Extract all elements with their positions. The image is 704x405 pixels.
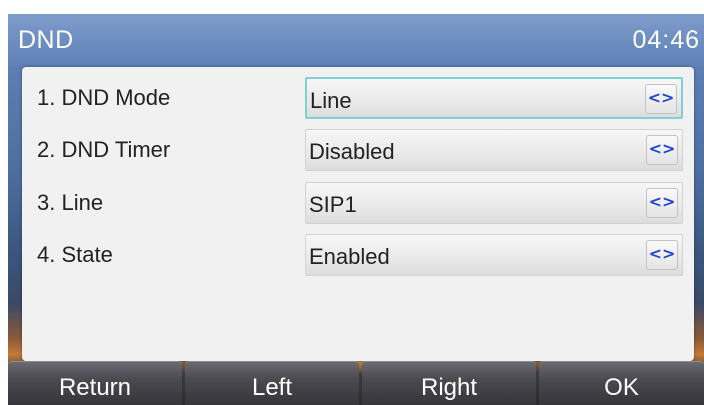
setting-label: 1. DND Mode [37,85,171,110]
title-bar: DND 04:46 [8,14,704,67]
switch-arrows-icon[interactable]: <> [646,188,678,218]
setting-row-dnd-mode[interactable]: 1. DND Mode Line <> [22,75,694,121]
setting-row-state[interactable]: 4. State Enabled <> [22,232,694,278]
switch-arrows-icon[interactable]: <> [646,135,678,165]
setting-row-dnd-timer[interactable]: 2. DND Timer Disabled <> [22,127,694,173]
return-softkey[interactable]: Return [8,361,182,405]
setting-row-line[interactable]: 3. Line SIP1 <> [22,180,694,226]
softkey-bar: Return Left Right OK [8,361,704,405]
switch-arrows-icon[interactable]: <> [645,84,677,114]
right-softkey[interactable]: Right [362,361,536,405]
setting-label: 4. State [37,242,113,267]
setting-label: 3. Line [37,190,104,215]
phone-screen: DND 04:46 1. DND Mode Line <> 2. DND Tim… [8,14,704,405]
setting-label: 2. DND Timer [37,137,171,162]
line-select[interactable]: SIP1 <> [305,182,683,224]
select-value: Disabled [309,139,395,164]
select-value: Enabled [309,244,390,269]
switch-arrows-icon[interactable]: <> [646,240,678,270]
page-title: DND [18,26,74,54]
dnd-mode-select[interactable]: Line <> [305,77,683,119]
settings-panel: 1. DND Mode Line <> 2. DND Timer Disable… [22,67,694,361]
select-value: Line [310,88,352,113]
left-softkey[interactable]: Left [185,361,359,405]
select-value: SIP1 [309,192,357,217]
state-select[interactable]: Enabled <> [305,234,683,276]
ok-softkey[interactable]: OK [539,361,704,405]
dnd-timer-select[interactable]: Disabled <> [305,129,683,171]
clock: 04:46 [632,26,700,54]
